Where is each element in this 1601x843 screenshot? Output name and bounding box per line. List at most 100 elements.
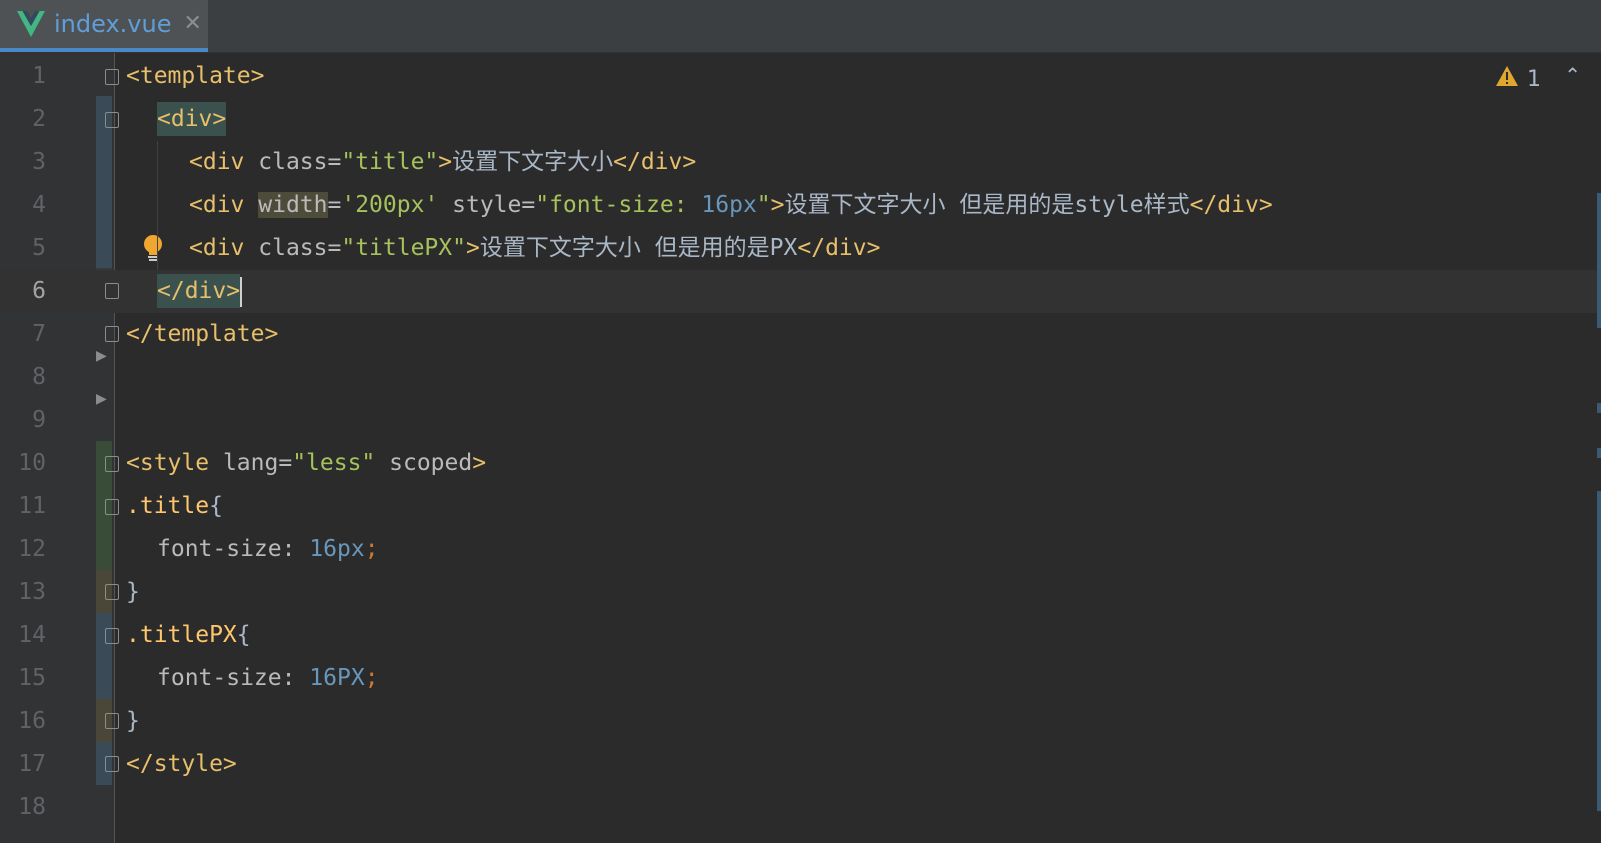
line-number: 16 — [18, 708, 46, 734]
tab-index-vue[interactable]: index.vue ✕ — [0, 0, 208, 52]
code-token: class= — [258, 235, 342, 261]
code-token: <style — [126, 450, 223, 476]
code-token: "titlePX" — [341, 235, 466, 261]
code-line[interactable]: 9 ▶ — [0, 391, 1601, 442]
fold-open-icon[interactable] — [105, 628, 119, 644]
inspection-widget[interactable]: 1 — [1495, 65, 1541, 93]
line-number: 13 — [18, 579, 46, 605]
line-number: 11 — [18, 493, 46, 519]
vue-logo-icon — [16, 9, 46, 39]
code-token: } — [126, 708, 140, 734]
scrollbar-mark[interactable] — [1597, 193, 1601, 328]
scrollbar-mark[interactable] — [1597, 403, 1601, 413]
code-token: > — [465, 235, 480, 261]
scrollbar-mark[interactable] — [1597, 491, 1601, 811]
code-token: <div> — [157, 102, 227, 136]
scrollbar-mark[interactable] — [1597, 448, 1601, 458]
tab-close-icon[interactable]: ✕ — [183, 13, 201, 35]
code-token: <div — [189, 192, 259, 218]
code-line[interactable]: 1 <template> — [0, 55, 1601, 98]
code-line[interactable]: 11 .title{ — [0, 485, 1601, 528]
code-line[interactable]: 8 ▶ — [0, 348, 1601, 399]
line-number: 9 — [32, 407, 46, 433]
code-line[interactable]: 17 </style> — [0, 743, 1601, 786]
indent-guide — [157, 141, 158, 270]
code-token: style= — [438, 192, 536, 218]
tab-label: index.vue — [54, 10, 172, 38]
line-number: 4 — [32, 192, 46, 218]
warning-count: 1 — [1527, 66, 1541, 92]
code-token: = — [327, 192, 342, 218]
code-token: </div> — [797, 235, 881, 261]
code-line[interactable]: 5 <div class="titlePX">设置下文字大小 但是用的是PX</… — [0, 227, 1601, 270]
code-token: </div> — [157, 274, 241, 308]
code-token: <div — [189, 235, 259, 261]
code-line-current[interactable]: 6 </div> — [0, 270, 1601, 313]
fold-close-icon[interactable] — [105, 584, 119, 600]
code-line[interactable]: 13 } — [0, 571, 1601, 614]
code-token: .title — [126, 493, 210, 519]
code-line[interactable]: 18 — [0, 786, 1601, 829]
fold-arrow-icon[interactable]: ▶ — [96, 391, 107, 407]
fold-open-icon[interactable] — [105, 456, 119, 472]
code-token: 设置下文字大小 — [452, 149, 614, 175]
code-token: lang= — [222, 450, 293, 476]
fold-arrow-icon[interactable]: ▶ — [96, 348, 107, 364]
fold-close-icon[interactable] — [105, 326, 119, 342]
code-token: 设置下文字大小 但是用的是PX — [479, 235, 798, 261]
code-line[interactable]: 7 </template> — [0, 313, 1601, 356]
line-number: 18 — [18, 794, 46, 820]
code-token: <template> — [126, 63, 265, 89]
code-token: scoped — [375, 450, 473, 476]
code-token: width — [258, 192, 328, 218]
lightbulb-icon[interactable] — [142, 234, 164, 262]
previous-highlight-icon[interactable]: ⌃ — [1564, 63, 1581, 87]
code-line[interactable]: 10 <style lang="less" scoped> — [0, 442, 1601, 485]
code-token: "title" — [341, 149, 439, 175]
code-token: <div — [189, 149, 259, 175]
code-token: > — [438, 149, 453, 175]
line-number: 2 — [32, 106, 46, 132]
code-line[interactable]: 4 <div width='200px' style="font-size: 1… — [0, 184, 1601, 227]
line-number: 7 — [32, 321, 46, 347]
code-line[interactable]: 16 } — [0, 700, 1601, 743]
line-number: 12 — [18, 536, 46, 562]
code-line[interactable]: 3 <div class="title">设置下文字大小</div> — [0, 141, 1601, 184]
code-token: class= — [258, 149, 342, 175]
fold-open-icon[interactable] — [105, 69, 119, 85]
code-token: </template> — [126, 321, 279, 347]
code-line[interactable]: 2 <div> — [0, 98, 1601, 141]
code-token: </style> — [126, 751, 237, 777]
code-token: "less" — [292, 450, 376, 476]
code-token: 16px — [309, 536, 365, 562]
fold-close-icon[interactable] — [105, 756, 119, 772]
code-token: > — [770, 192, 785, 218]
line-number: 3 — [32, 149, 46, 175]
code-token: 设置下文字大小 但是用的是style样式 — [784, 192, 1190, 218]
code-token: '200px' — [341, 192, 439, 218]
line-number: 1 — [32, 63, 46, 89]
code-token: 16PX — [309, 665, 365, 691]
code-line[interactable]: 14 .titlePX{ — [0, 614, 1601, 657]
code-token: { — [236, 622, 251, 648]
fold-open-icon[interactable] — [105, 112, 119, 128]
code-token: </div> — [1189, 192, 1273, 218]
warning-icon — [1495, 65, 1519, 93]
fold-open-icon[interactable] — [105, 499, 119, 515]
code-token: { — [209, 493, 223, 519]
line-number: 5 — [32, 235, 46, 261]
fold-close-icon[interactable] — [105, 713, 119, 729]
code-token: > — [472, 450, 487, 476]
code-token: .titlePX — [126, 622, 237, 648]
fold-close-icon[interactable] — [105, 283, 119, 299]
line-number: 6 — [32, 278, 46, 304]
code-editor[interactable]: 1 <template> 2 <div> 3 <div class="title… — [0, 53, 1601, 843]
line-number: 15 — [18, 665, 46, 691]
code-line[interactable]: 15 font-size: 16PX; — [0, 657, 1601, 700]
code-token: </div> — [613, 149, 697, 175]
code-token: ; — [364, 665, 379, 691]
code-line[interactable]: 12 font-size: 16px; — [0, 528, 1601, 571]
code-token: " — [756, 192, 771, 218]
code-token: 16px — [701, 192, 757, 218]
editor-tab-bar: index.vue ✕ — [0, 0, 1601, 53]
